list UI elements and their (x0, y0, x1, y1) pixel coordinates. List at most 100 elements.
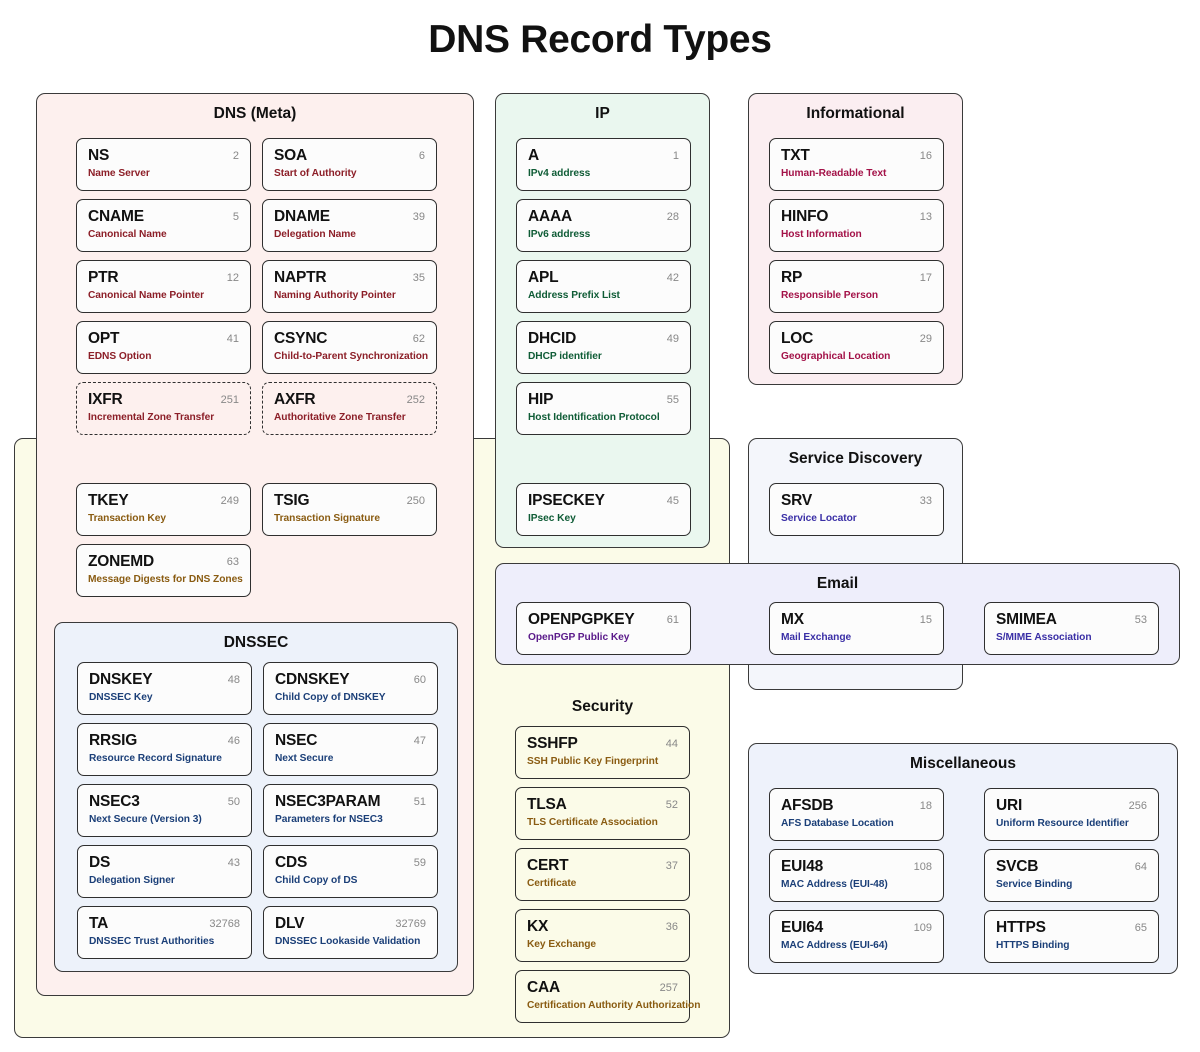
record-card-apl[interactable]: APL 42 Address Prefix List (516, 260, 691, 313)
record-number: 6 (418, 150, 425, 162)
record-number: 36 (665, 921, 678, 933)
record-card-soa[interactable]: SOA 6 Start of Authority (262, 138, 437, 191)
record-card-uri[interactable]: URI 256 Uniform Resource Identifier (984, 788, 1159, 841)
record-card-caa[interactable]: CAA 257 Certification Authority Authoriz… (515, 970, 700, 1023)
record-card-ta[interactable]: TA 32768 DNSSEC Trust Authorities (77, 906, 252, 959)
record-card-smimea[interactable]: SMIMEA 53 S/MIME Association (984, 602, 1159, 655)
record-card-hip[interactable]: HIP 55 Host Identification Protocol (516, 382, 691, 435)
record-description: Geographical Location (781, 351, 891, 362)
record-card-ds[interactable]: DS 43 Delegation Signer (77, 845, 252, 898)
record-card-tsig[interactable]: TSIG 250 Transaction Signature (262, 483, 437, 536)
record-code: CDS (275, 854, 308, 871)
record-number: 18 (919, 800, 932, 812)
record-card-eui64[interactable]: EUI64 109 MAC Address (EUI-64) (769, 910, 944, 963)
record-description: Next Secure (275, 753, 334, 764)
record-number: 42 (666, 272, 679, 284)
record-code: OPT (88, 330, 120, 347)
record-code: EUI64 (781, 919, 824, 936)
record-card-rrsig[interactable]: RRSIG 46 Resource Record Signature (77, 723, 252, 776)
record-number: 257 (659, 982, 678, 994)
record-card-csync[interactable]: CSYNC 62 Child-to-Parent Synchronization (262, 321, 437, 374)
record-description: Uniform Resource Identifier (996, 818, 1129, 829)
record-card-ns[interactable]: NS 2 Name Server (76, 138, 251, 191)
record-card-dhcid[interactable]: DHCID 49 DHCP identifier (516, 321, 691, 374)
record-card-afsdb[interactable]: AFSDB 18 AFS Database Location (769, 788, 944, 841)
record-card-https[interactable]: HTTPS 65 HTTPS Binding (984, 910, 1159, 963)
record-description: Next Secure (Version 3) (89, 814, 202, 825)
record-description: IPv6 address (528, 229, 591, 240)
record-card-loc[interactable]: LOC 29 Geographical Location (769, 321, 944, 374)
record-card-eui48[interactable]: EUI48 108 MAC Address (EUI-48) (769, 849, 944, 902)
record-code: AXFR (274, 391, 316, 408)
record-description: Parameters for NSEC3 (275, 814, 383, 825)
record-description: Transaction Key (88, 513, 166, 524)
record-card-hinfo[interactable]: HINFO 13 Host Information (769, 199, 944, 252)
record-card-dlv[interactable]: DLV 32769 DNSSEC Lookaside Validation (263, 906, 438, 959)
record-description: Delegation Name (274, 229, 356, 240)
record-number: 32768 (209, 918, 240, 930)
record-description: Child Copy of DS (275, 875, 358, 886)
record-card-svcb[interactable]: SVCB 64 Service Binding (984, 849, 1159, 902)
record-number: 55 (666, 394, 679, 406)
record-card-txt[interactable]: TXT 16 Human-Readable Text (769, 138, 944, 191)
record-code: MX (781, 611, 804, 628)
record-code: RP (781, 269, 803, 286)
record-description: Incremental Zone Transfer (88, 412, 215, 423)
record-description: DNSSEC Lookaside Validation (275, 936, 421, 947)
record-card-openpgpkey[interactable]: OPENPGPKEY 61 OpenPGP Public Key (516, 602, 691, 655)
record-card-kx[interactable]: KX 36 Key Exchange (515, 909, 690, 962)
record-number: 52 (665, 799, 678, 811)
record-code: TA (89, 915, 109, 932)
section-title-dns-meta: DNS (Meta) (213, 105, 297, 122)
record-number: 45 (666, 495, 679, 507)
record-code: DHCID (528, 330, 577, 347)
record-card-aaaa[interactable]: AAAA 28 IPv6 address (516, 199, 691, 252)
record-card-tkey[interactable]: TKEY 249 Transaction Key (76, 483, 251, 536)
record-card-cds[interactable]: CDS 59 Child Copy of DS (263, 845, 438, 898)
record-card-ipseckey[interactable]: IPSECKEY 45 IPsec Key (516, 483, 691, 536)
record-card-rp[interactable]: RP 17 Responsible Person (769, 260, 944, 313)
record-card-mx[interactable]: MX 15 Mail Exchange (769, 602, 944, 655)
record-number: 2 (232, 150, 239, 162)
record-card-cdnskey[interactable]: CDNSKEY 60 Child Copy of DNSKEY (263, 662, 438, 715)
record-card-axfr[interactable]: AXFR 252 Authoritative Zone Transfer (262, 382, 437, 435)
record-description: Host Information (781, 229, 862, 240)
section-ip: IP A 1 IPv4 address AAAA 28 IPv6 address… (495, 93, 710, 548)
record-card-cert[interactable]: CERT 37 Certificate (515, 848, 690, 901)
record-card-nsec3[interactable]: NSEC3 50 Next Secure (Version 3) (77, 784, 252, 837)
record-card-ptr[interactable]: PTR 12 Canonical Name Pointer (76, 260, 251, 313)
record-card-a[interactable]: A 1 IPv4 address (516, 138, 691, 191)
record-number: 39 (412, 211, 425, 223)
record-number: 109 (913, 922, 932, 934)
record-number: 108 (913, 861, 932, 873)
record-card-nsec[interactable]: NSEC 47 Next Secure (263, 723, 438, 776)
record-card-dname[interactable]: DNAME 39 Delegation Name (262, 199, 437, 252)
record-number: 64 (1134, 861, 1147, 873)
record-description: Delegation Signer (89, 875, 175, 886)
record-card-srv[interactable]: SRV 33 Service Locator (769, 483, 944, 536)
record-description: Start of Authority (274, 168, 357, 179)
section-email: Email OPENPGPKEY 61 OpenPGP Public Key M… (495, 563, 1180, 665)
section-miscellaneous: Miscellaneous AFSDB 18 AFS Database Loca… (748, 743, 1178, 974)
record-card-opt[interactable]: OPT 41 EDNS Option (76, 321, 251, 374)
record-description: Key Exchange (527, 939, 597, 950)
record-number: 51 (413, 796, 426, 808)
record-code: LOC (781, 330, 814, 347)
record-code: CAA (527, 979, 560, 996)
record-code: CNAME (88, 208, 144, 225)
record-card-nsec3param[interactable]: NSEC3PARAM 51 Parameters for NSEC3 (263, 784, 438, 837)
record-description: AFS Database Location (781, 818, 894, 829)
record-card-ixfr[interactable]: IXFR 251 Incremental Zone Transfer (76, 382, 251, 435)
record-number: 15 (919, 614, 932, 626)
record-card-sshfp[interactable]: SSHFP 44 SSH Public Key Fingerprint (515, 726, 690, 779)
record-card-naptr[interactable]: NAPTR 35 Naming Authority Pointer (262, 260, 437, 313)
record-code: AAAA (528, 208, 572, 225)
record-code: TSIG (274, 492, 310, 509)
record-description: Resource Record Signature (89, 753, 222, 764)
record-card-tlsa[interactable]: TLSA 52 TLS Certificate Association (515, 787, 690, 840)
section-title-email: Email (816, 575, 859, 592)
record-card-dnskey[interactable]: DNSKEY 48 DNSSEC Key (77, 662, 252, 715)
record-number: 44 (665, 738, 678, 750)
record-card-zonemd[interactable]: ZONEMD 63 Message Digests for DNS Zones (76, 544, 251, 597)
record-card-cname[interactable]: CNAME 5 Canonical Name (76, 199, 251, 252)
